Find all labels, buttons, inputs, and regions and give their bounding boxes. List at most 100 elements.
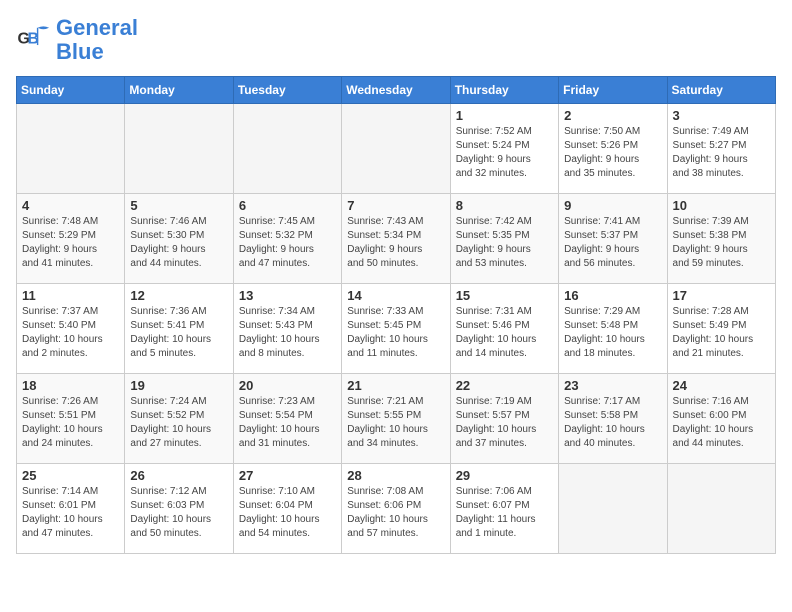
day-number: 11 (22, 288, 119, 303)
day-number: 16 (564, 288, 661, 303)
cell-info: Sunrise: 7:21 AM Sunset: 5:55 PM Dayligh… (347, 395, 444, 451)
cell-info: Sunrise: 7:12 AM Sunset: 6:03 PM Dayligh… (130, 485, 227, 541)
weekday-header: Saturday (667, 77, 775, 104)
calendar-week-row: 18 Sunrise: 7:26 AM Sunset: 5:51 PM Dayli… (17, 374, 776, 464)
cell-info: Sunrise: 7:28 AM Sunset: 5:49 PM Dayligh… (673, 305, 770, 361)
day-number: 18 (22, 378, 119, 393)
calendar-cell (559, 464, 667, 554)
day-number: 3 (673, 108, 770, 123)
weekday-header: Wednesday (342, 77, 450, 104)
calendar-cell (233, 104, 341, 194)
cell-info: Sunrise: 7:24 AM Sunset: 5:52 PM Dayligh… (130, 395, 227, 451)
calendar-cell: 25 Sunrise: 7:14 AM Sunset: 6:01 PM Dayli… (17, 464, 125, 554)
cell-info: Sunrise: 7:14 AM Sunset: 6:01 PM Dayligh… (22, 485, 119, 541)
cell-info: Sunrise: 7:43 AM Sunset: 5:34 PM Dayligh… (347, 215, 444, 271)
calendar-cell (125, 104, 233, 194)
day-number: 22 (456, 378, 553, 393)
calendar-cell: 14Sunrise: 7:33 AM Sunset: 5:45 PM Dayli… (342, 284, 450, 374)
cell-info: Sunrise: 7:46 AM Sunset: 5:30 PM Dayligh… (130, 215, 227, 271)
calendar-cell: 17 Sunrise: 7:28 AM Sunset: 5:49 PM Dayli… (667, 284, 775, 374)
cell-info: Sunrise: 7:31 AM Sunset: 5:46 PM Dayligh… (456, 305, 553, 361)
cell-info: Sunrise: 7:33 AM Sunset: 5:45 PM Dayligh… (347, 305, 444, 361)
calendar-cell: 18 Sunrise: 7:26 AM Sunset: 5:51 PM Dayli… (17, 374, 125, 464)
cell-info: Sunrise: 7:34 AM Sunset: 5:43 PM Dayligh… (239, 305, 336, 361)
day-number: 20 (239, 378, 336, 393)
calendar-week-row: 11 Sunrise: 7:37 AM Sunset: 5:40 PM Dayli… (17, 284, 776, 374)
day-number: 23 (564, 378, 661, 393)
calendar-cell: 3 Sunrise: 7:49 AM Sunset: 5:27 PM Daylig… (667, 104, 775, 194)
weekday-header: Monday (125, 77, 233, 104)
weekday-header-row: SundayMondayTuesdayWednesdayThursdayFrid… (17, 77, 776, 104)
cell-info: Sunrise: 7:50 AM Sunset: 5:26 PM Dayligh… (564, 125, 661, 181)
calendar-cell: 12 Sunrise: 7:36 AM Sunset: 5:41 PM Dayli… (125, 284, 233, 374)
logo-icon: G B (16, 22, 52, 58)
calendar-cell: 1Sunrise: 7:52 AM Sunset: 5:24 PM Daylig… (450, 104, 558, 194)
day-number: 25 (22, 468, 119, 483)
calendar-cell (17, 104, 125, 194)
calendar-cell (342, 104, 450, 194)
cell-info: Sunrise: 7:23 AM Sunset: 5:54 PM Dayligh… (239, 395, 336, 451)
day-number: 1 (456, 108, 553, 123)
calendar-week-row: 4Sunrise: 7:48 AM Sunset: 5:29 PM Daylig… (17, 194, 776, 284)
day-number: 26 (130, 468, 227, 483)
calendar-cell: 22 Sunrise: 7:19 AM Sunset: 5:57 PM Dayli… (450, 374, 558, 464)
page-header: G B GeneralBlue (16, 16, 776, 64)
calendar-table: SundayMondayTuesdayWednesdayThursdayFrid… (16, 76, 776, 554)
logo: G B GeneralBlue (16, 16, 138, 64)
cell-info: Sunrise: 7:45 AM Sunset: 5:32 PM Dayligh… (239, 215, 336, 271)
cell-info: Sunrise: 7:10 AM Sunset: 6:04 PM Dayligh… (239, 485, 336, 541)
calendar-cell: 5 Sunrise: 7:46 AM Sunset: 5:30 PM Daylig… (125, 194, 233, 284)
day-number: 15 (456, 288, 553, 303)
calendar-cell: 23 Sunrise: 7:17 AM Sunset: 5:58 PM Dayli… (559, 374, 667, 464)
calendar-cell: 11 Sunrise: 7:37 AM Sunset: 5:40 PM Dayli… (17, 284, 125, 374)
logo-text: GeneralBlue (56, 16, 138, 64)
cell-info: Sunrise: 7:36 AM Sunset: 5:41 PM Dayligh… (130, 305, 227, 361)
cell-info: Sunrise: 7:48 AM Sunset: 5:29 PM Dayligh… (22, 215, 119, 271)
calendar-cell: 7 Sunrise: 7:43 AM Sunset: 5:34 PM Daylig… (342, 194, 450, 284)
calendar-cell: 27 Sunrise: 7:10 AM Sunset: 6:04 PM Dayli… (233, 464, 341, 554)
calendar-cell: 4Sunrise: 7:48 AM Sunset: 5:29 PM Daylig… (17, 194, 125, 284)
cell-info: Sunrise: 7:17 AM Sunset: 5:58 PM Dayligh… (564, 395, 661, 451)
cell-info: Sunrise: 7:37 AM Sunset: 5:40 PM Dayligh… (22, 305, 119, 361)
day-number: 2 (564, 108, 661, 123)
cell-info: Sunrise: 7:39 AM Sunset: 5:38 PM Dayligh… (673, 215, 770, 271)
calendar-cell: 21 Sunrise: 7:21 AM Sunset: 5:55 PM Dayli… (342, 374, 450, 464)
day-number: 27 (239, 468, 336, 483)
cell-info: Sunrise: 7:08 AM Sunset: 6:06 PM Dayligh… (347, 485, 444, 541)
calendar-cell: 2 Sunrise: 7:50 AM Sunset: 5:26 PM Daylig… (559, 104, 667, 194)
cell-info: Sunrise: 7:26 AM Sunset: 5:51 PM Dayligh… (22, 395, 119, 451)
day-number: 9 (564, 198, 661, 213)
day-number: 8 (456, 198, 553, 213)
weekday-header: Friday (559, 77, 667, 104)
day-number: 6 (239, 198, 336, 213)
cell-info: Sunrise: 7:49 AM Sunset: 5:27 PM Dayligh… (673, 125, 770, 181)
cell-info: Sunrise: 7:06 AM Sunset: 6:07 PM Dayligh… (456, 485, 553, 541)
calendar-cell: 24 Sunrise: 7:16 AM Sunset: 6:00 PM Dayli… (667, 374, 775, 464)
calendar-cell: 19 Sunrise: 7:24 AM Sunset: 5:52 PM Dayli… (125, 374, 233, 464)
day-number: 12 (130, 288, 227, 303)
cell-info: Sunrise: 7:41 AM Sunset: 5:37 PM Dayligh… (564, 215, 661, 271)
cell-info: Sunrise: 7:16 AM Sunset: 6:00 PM Dayligh… (673, 395, 770, 451)
cell-info: Sunrise: 7:42 AM Sunset: 5:35 PM Dayligh… (456, 215, 553, 271)
day-number: 19 (130, 378, 227, 393)
calendar-cell: 16 Sunrise: 7:29 AM Sunset: 5:48 PM Dayli… (559, 284, 667, 374)
calendar-cell: 29 Sunrise: 7:06 AM Sunset: 6:07 PM Dayli… (450, 464, 558, 554)
cell-info: Sunrise: 7:29 AM Sunset: 5:48 PM Dayligh… (564, 305, 661, 361)
day-number: 21 (347, 378, 444, 393)
day-number: 7 (347, 198, 444, 213)
calendar-week-row: 25 Sunrise: 7:14 AM Sunset: 6:01 PM Dayli… (17, 464, 776, 554)
weekday-header: Sunday (17, 77, 125, 104)
calendar-cell: 9 Sunrise: 7:41 AM Sunset: 5:37 PM Daylig… (559, 194, 667, 284)
day-number: 29 (456, 468, 553, 483)
calendar-cell: 26 Sunrise: 7:12 AM Sunset: 6:03 PM Dayli… (125, 464, 233, 554)
day-number: 24 (673, 378, 770, 393)
calendar-cell: 13Sunrise: 7:34 AM Sunset: 5:43 PM Dayli… (233, 284, 341, 374)
calendar-cell: 28 Sunrise: 7:08 AM Sunset: 6:06 PM Dayli… (342, 464, 450, 554)
calendar-week-row: 1Sunrise: 7:52 AM Sunset: 5:24 PM Daylig… (17, 104, 776, 194)
calendar-cell: 8 Sunrise: 7:42 AM Sunset: 5:35 PM Daylig… (450, 194, 558, 284)
cell-info: Sunrise: 7:19 AM Sunset: 5:57 PM Dayligh… (456, 395, 553, 451)
day-number: 10 (673, 198, 770, 213)
day-number: 5 (130, 198, 227, 213)
day-number: 28 (347, 468, 444, 483)
day-number: 17 (673, 288, 770, 303)
